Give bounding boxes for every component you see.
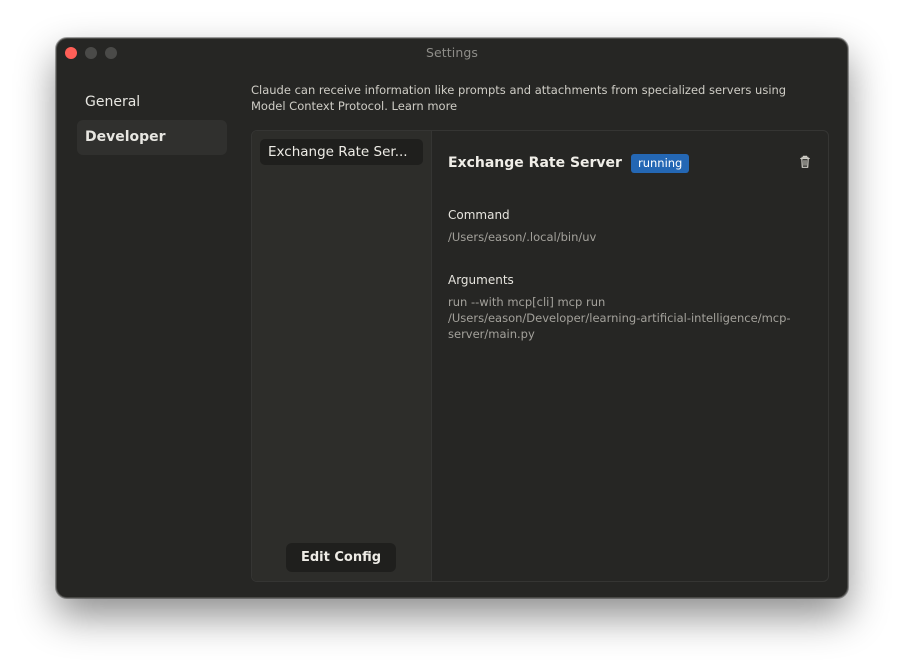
server-detail: Exchange Rate Server running Command /Us… xyxy=(448,131,828,581)
arguments-line: server/main.py xyxy=(448,327,535,341)
server-list: Exchange Rate Ser... Edit Config xyxy=(252,131,432,581)
arguments-line: run --with mcp[cli] mcp run xyxy=(448,295,606,309)
server-name: Exchange Rate Server xyxy=(448,155,622,171)
server-detail-header: Exchange Rate Server running xyxy=(448,153,690,173)
arguments-value: run --with mcp[cli] mcp run /Users/eason… xyxy=(448,294,816,342)
settings-window: Settings General Developer Claude can re… xyxy=(56,38,848,598)
mcp-description: Claude can receive information like prom… xyxy=(251,83,787,113)
server-list-item[interactable]: Exchange Rate Ser... xyxy=(260,139,423,165)
arguments-label: Arguments xyxy=(448,273,514,287)
arguments-line: /Users/eason/Developer/learning-artifici… xyxy=(448,311,791,325)
title-bar[interactable]: Settings xyxy=(57,39,847,67)
nav-item-developer[interactable]: Developer xyxy=(77,120,227,155)
nav-item-general[interactable]: General xyxy=(77,85,227,120)
settings-nav: General Developer xyxy=(77,85,227,155)
mcp-servers-panel: Exchange Rate Ser... Edit Config Exchang… xyxy=(251,130,829,582)
status-badge: running xyxy=(630,153,690,173)
command-value: /Users/eason/.local/bin/uv xyxy=(448,230,597,244)
edit-config-button[interactable]: Edit Config xyxy=(286,543,396,572)
command-label: Command xyxy=(448,208,510,222)
window-title: Settings xyxy=(425,45,479,60)
trash-icon[interactable] xyxy=(798,155,812,169)
